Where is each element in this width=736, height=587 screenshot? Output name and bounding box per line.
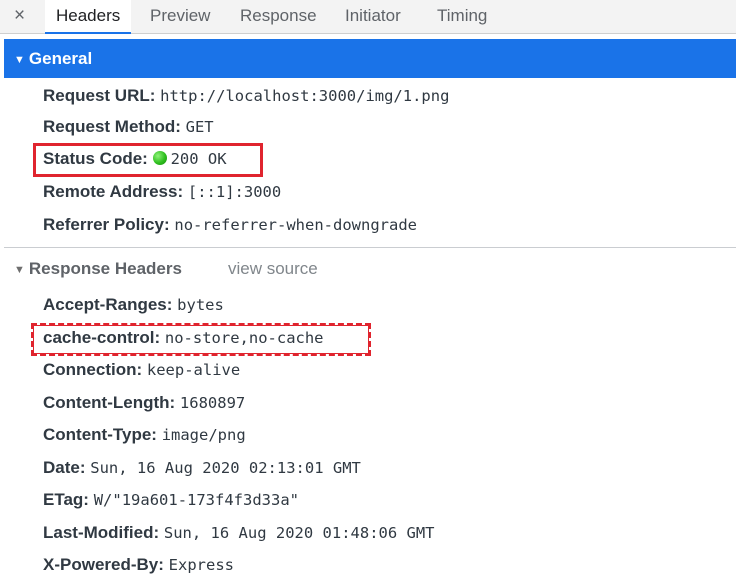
header-key: Referrer Policy:	[43, 215, 170, 234]
response-row-content-type: Content-Type: image/png	[43, 424, 246, 446]
response-row-accept-ranges: Accept-Ranges: bytes	[43, 294, 224, 316]
response-row-connection: Connection: keep-alive	[43, 359, 240, 381]
header-key: Last-Modified:	[43, 523, 160, 542]
header-key: Remote Address:	[43, 182, 184, 201]
general-row-request-method: Request Method: GET	[43, 116, 214, 138]
devtools-tab-bar: × Headers Preview Response Initiator Tim…	[0, 0, 736, 34]
header-value: W/"19a601-173f4f3d33a"	[93, 491, 300, 509]
tab-headers[interactable]: Headers	[45, 0, 132, 34]
status-code-highlight-box	[33, 143, 263, 177]
cache-control-highlight-box	[31, 323, 371, 356]
tab-timing[interactable]: Timing	[437, 0, 487, 34]
response-row-x-powered-by: X-Powered-By: Express	[43, 554, 234, 576]
triangle-down-icon: ▼	[14, 264, 25, 276]
header-value: [::1]:3000	[187, 183, 282, 201]
header-value: Express	[168, 556, 234, 574]
tab-initiator[interactable]: Initiator	[345, 0, 401, 34]
header-key: ETag:	[43, 490, 89, 509]
header-value: bytes	[177, 296, 224, 314]
header-value: Sun, 16 Aug 2020 01:48:06 GMT	[163, 524, 435, 542]
header-key: Request Method:	[43, 117, 181, 136]
triangle-down-icon: ▼	[14, 54, 25, 66]
section-divider	[4, 247, 736, 248]
general-row-remote-address: Remote Address: [::1]:3000	[43, 181, 281, 203]
header-value: Sun, 16 Aug 2020 02:13:01 GMT	[90, 459, 361, 477]
tab-preview[interactable]: Preview	[150, 0, 210, 34]
header-value: no-referrer-when-downgrade	[174, 216, 417, 234]
response-row-content-length: Content-Length: 1680897	[43, 392, 245, 414]
view-source-link[interactable]: view source	[228, 258, 318, 280]
header-key: Connection:	[43, 360, 143, 379]
header-key: Date:	[43, 458, 86, 477]
response-headers-title: Response Headers	[28, 259, 182, 278]
response-row-etag: ETag: W/"19a601-173f4f3d33a"	[43, 489, 299, 511]
tab-response[interactable]: Response	[240, 0, 317, 34]
general-section-header[interactable]: ▼ General	[4, 39, 736, 78]
header-key: X-Powered-By:	[43, 555, 164, 574]
header-key: Accept-Ranges:	[43, 295, 173, 314]
header-value: image/png	[161, 426, 246, 444]
general-row-request-url: Request URL: http://localhost:3000/img/1…	[43, 85, 449, 107]
response-row-last-modified: Last-Modified: Sun, 16 Aug 2020 01:48:06…	[43, 522, 435, 544]
header-value: GET	[185, 118, 214, 136]
general-section-title: General	[28, 49, 93, 68]
response-row-date: Date: Sun, 16 Aug 2020 02:13:01 GMT	[43, 457, 361, 479]
close-icon[interactable]: ×	[14, 5, 25, 27]
header-key: Content-Length:	[43, 393, 176, 412]
header-key: Content-Type:	[43, 425, 157, 444]
general-row-referrer-policy: Referrer Policy: no-referrer-when-downgr…	[43, 214, 417, 236]
header-value: 1680897	[179, 394, 246, 412]
header-key: Request URL:	[43, 86, 156, 105]
header-value: http://localhost:3000/img/1.png	[160, 87, 450, 105]
response-headers-section-header[interactable]: ▼ Response Headers	[14, 258, 182, 281]
header-value: keep-alive	[146, 361, 241, 379]
